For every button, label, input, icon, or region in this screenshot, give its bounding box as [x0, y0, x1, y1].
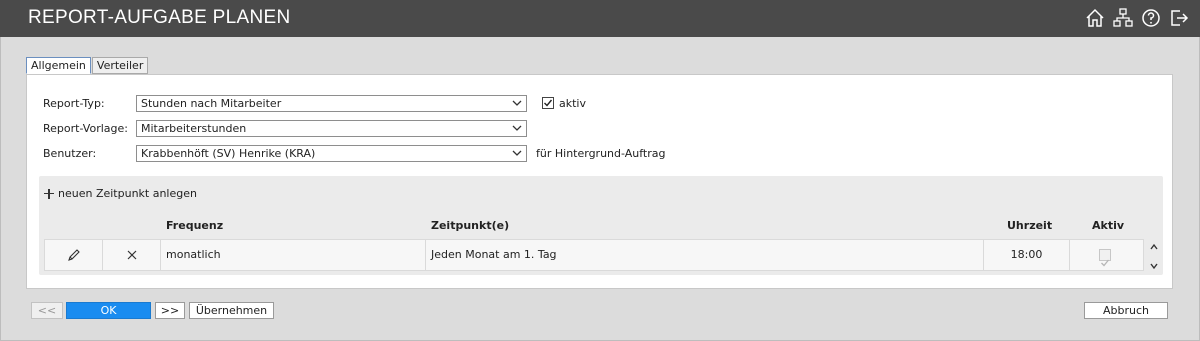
checkmark-icon [1101, 259, 1110, 267]
cancel-button[interactable]: Abbruch [1084, 302, 1168, 319]
apply-button[interactable]: Übernehmen [189, 302, 274, 319]
time-cell: 18:00 [984, 240, 1070, 270]
table-row[interactable]: monatlich Jeden Monat am 1. Tag 18:00 [44, 239, 1144, 271]
general-panel: Report-Typ: Stunden nach Mitarbeiter akt… [26, 74, 1173, 289]
next-button[interactable]: >> [155, 302, 185, 319]
column-header-time[interactable]: Uhrzeit [1007, 219, 1052, 232]
column-header-times[interactable]: Zeitpunkt(e) [431, 219, 509, 232]
logout-icon[interactable] [1168, 7, 1190, 29]
report-type-label: Report-Typ: [43, 97, 105, 110]
column-header-active[interactable]: Aktiv [1092, 219, 1124, 232]
plus-icon [44, 188, 54, 199]
report-template-value: Mitarbeiterstunden [141, 122, 247, 135]
scroll-down-icon[interactable] [1149, 261, 1159, 271]
header-icons [1084, 7, 1190, 29]
tab-bar: Allgemein Verteiler [26, 57, 149, 74]
chevron-down-icon [512, 100, 522, 106]
frequency-cell: monatlich [161, 240, 426, 270]
column-header-frequency[interactable]: Frequenz [166, 219, 223, 232]
user-label: Benutzer: [43, 147, 97, 160]
report-template-select[interactable]: Mitarbeiterstunden [136, 120, 527, 137]
report-type-select[interactable]: Stunden nach Mitarbeiter [136, 95, 527, 112]
help-icon[interactable] [1140, 7, 1162, 29]
close-icon[interactable] [126, 249, 138, 261]
active-cell [1070, 240, 1143, 270]
chevron-down-icon [512, 125, 522, 131]
ok-button[interactable]: OK [66, 302, 151, 319]
times-cell: Jeden Monat am 1. Tag [426, 240, 984, 270]
report-template-label: Report-Vorlage: [43, 122, 128, 135]
checkmark-icon [544, 99, 553, 107]
delete-cell [103, 240, 161, 270]
add-schedule-label: neuen Zeitpunkt anlegen [58, 187, 197, 200]
tab-verteiler[interactable]: Verteiler [91, 57, 149, 74]
user-value: Krabbenhöft (SV) Henrike (KRA) [141, 147, 316, 160]
add-schedule-button[interactable]: neuen Zeitpunkt anlegen [44, 187, 197, 200]
schedule-section: neuen Zeitpunkt anlegen Frequenz Zeitpun… [39, 176, 1163, 275]
tab-allgemein[interactable]: Allgemein [26, 57, 91, 74]
hierarchy-icon[interactable] [1112, 7, 1134, 29]
home-icon[interactable] [1084, 7, 1106, 29]
title-bar: REPORT-AUFGABE PLANEN [0, 0, 1200, 37]
row-active-checkbox [1099, 249, 1111, 267]
scroll-up-icon[interactable] [1149, 242, 1159, 252]
previous-button[interactable]: << [31, 302, 63, 319]
chevron-down-icon [512, 150, 522, 156]
active-label: aktiv [559, 97, 586, 110]
edit-cell [45, 240, 103, 270]
pencil-icon[interactable] [67, 248, 81, 262]
page-title: REPORT-AUFGABE PLANEN [28, 7, 291, 28]
active-checkbox[interactable] [542, 97, 554, 109]
user-hint: für Hintergrund-Auftrag [536, 147, 666, 160]
report-type-value: Stunden nach Mitarbeiter [141, 97, 282, 110]
user-select[interactable]: Krabbenhöft (SV) Henrike (KRA) [136, 145, 527, 162]
